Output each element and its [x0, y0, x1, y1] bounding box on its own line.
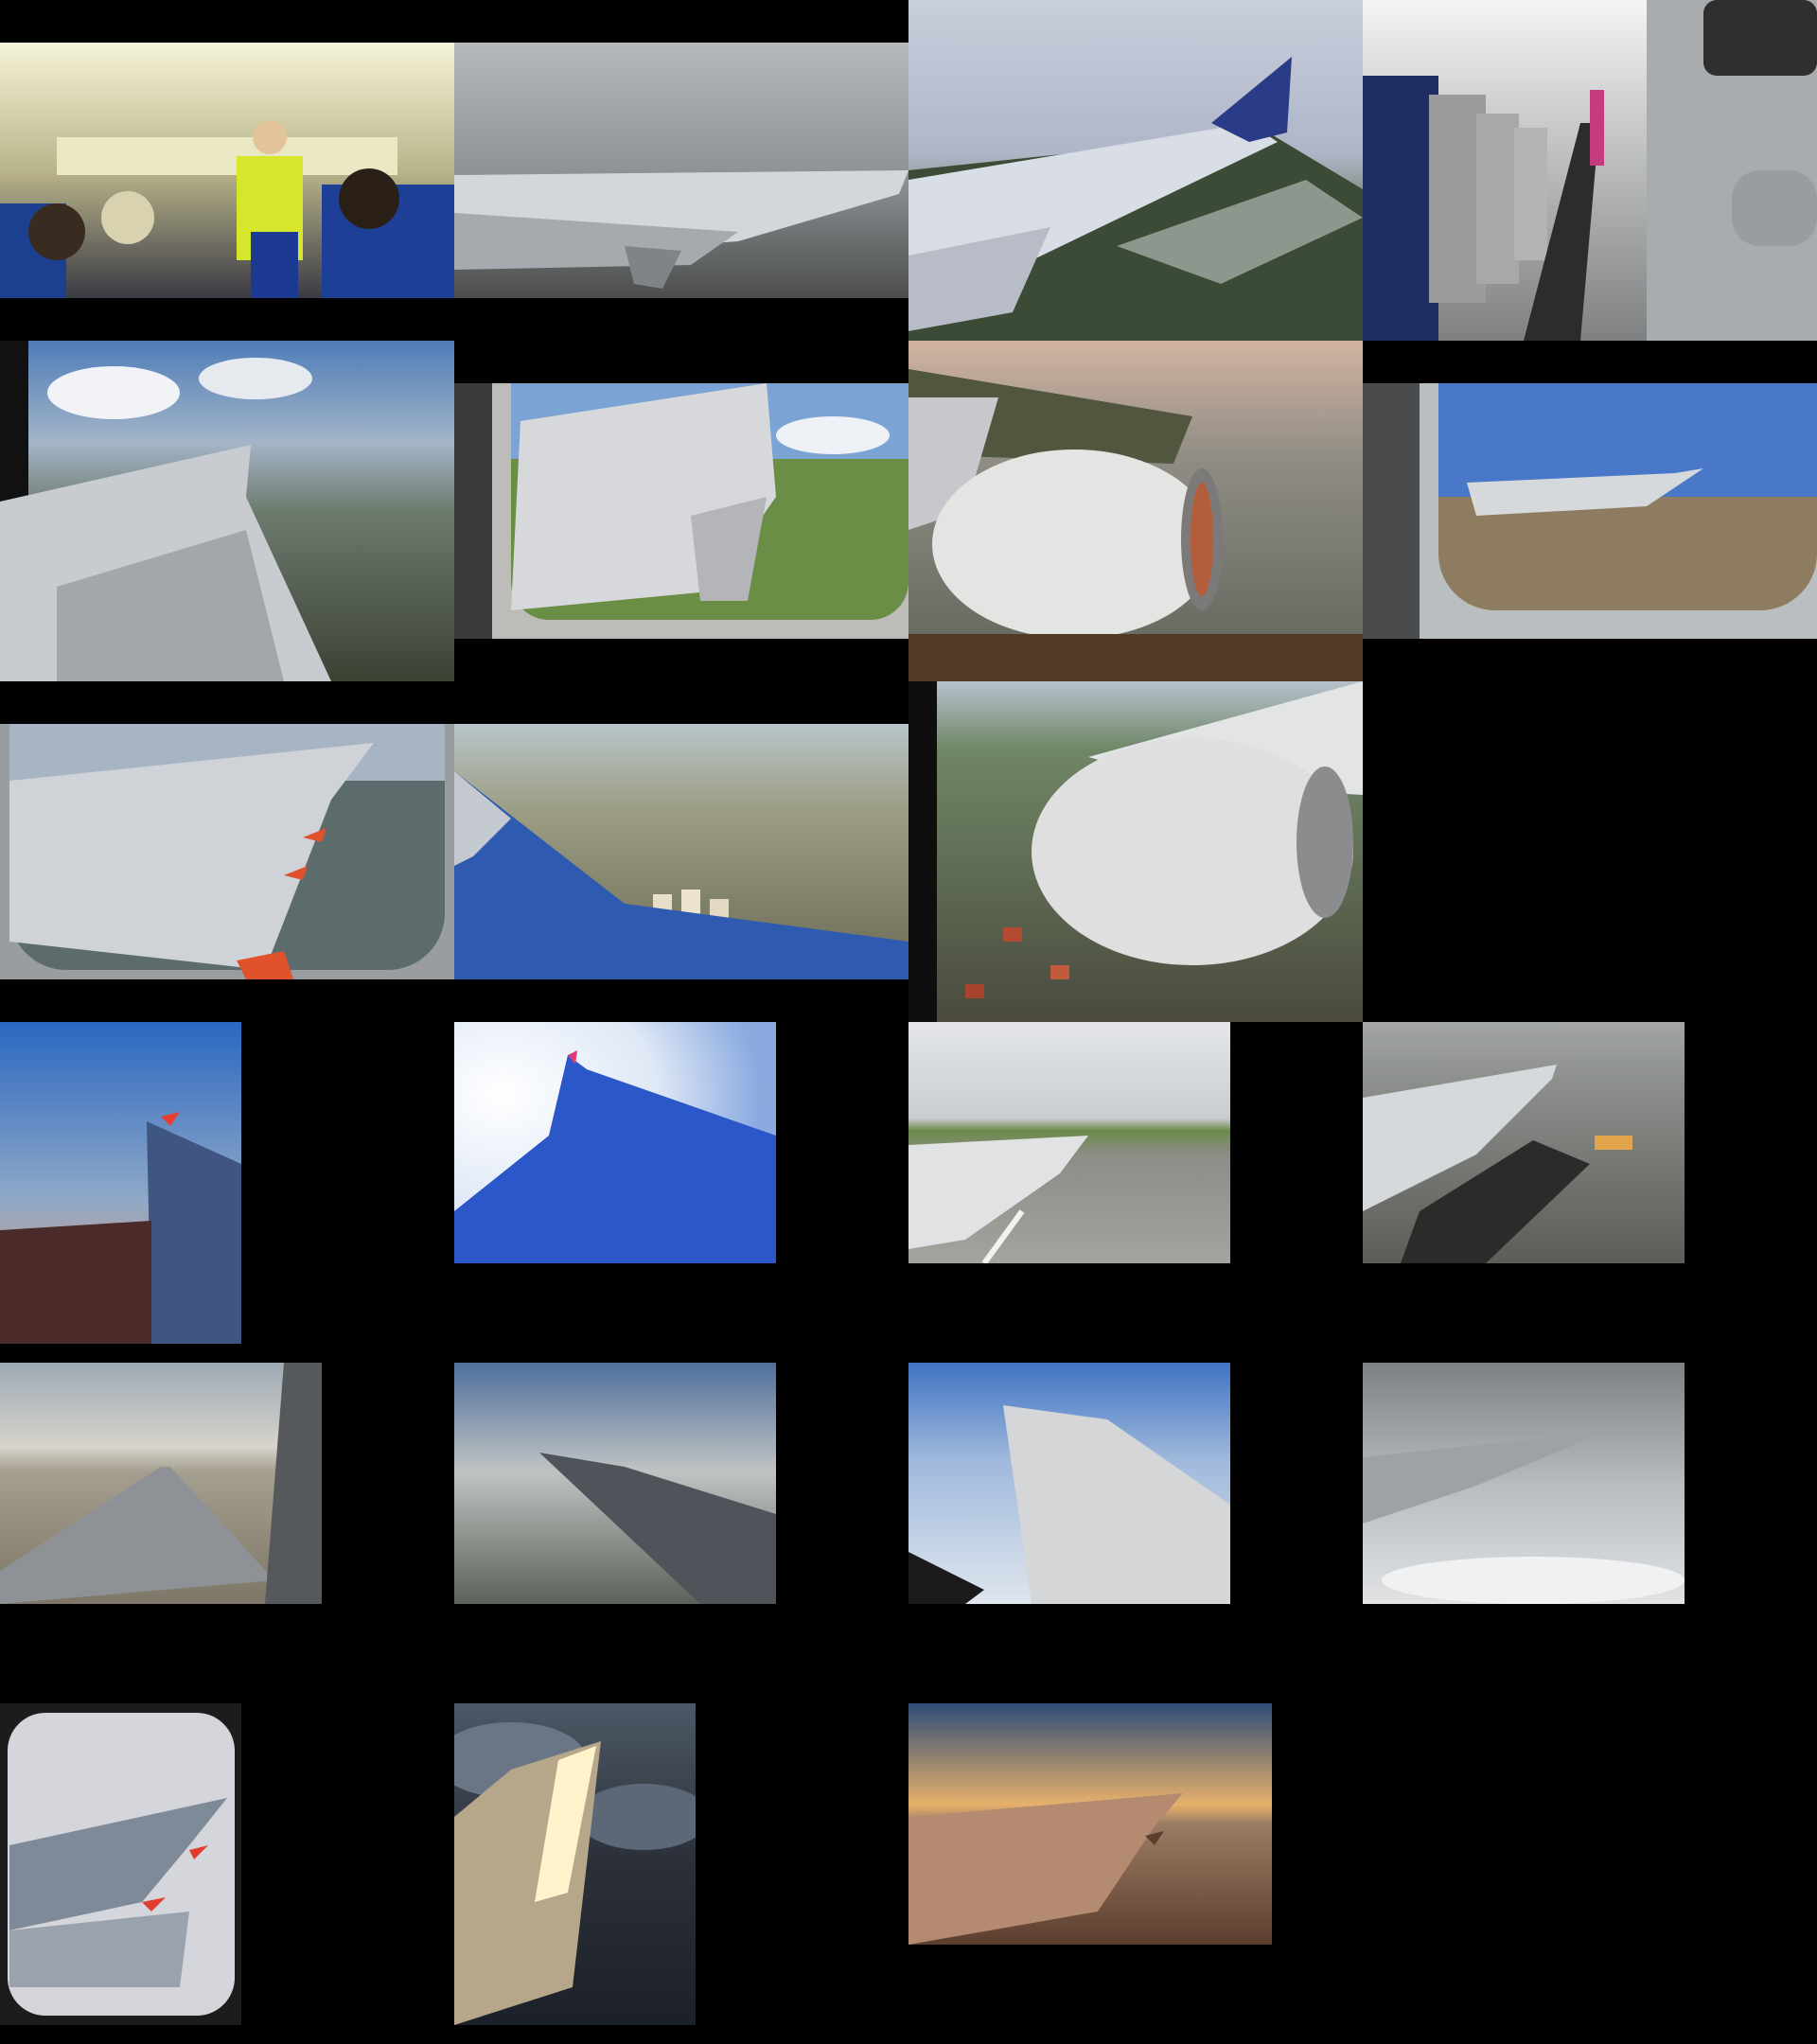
gallery-photo-wing-apartments[interactable] [454, 724, 908, 979]
photo-image [908, 681, 1363, 1022]
gallery-photo-wing-grey-clouds[interactable] [1363, 1363, 1685, 1604]
photo-image [1363, 0, 1817, 341]
gallery-photo-sunlit-wing[interactable] [454, 1703, 696, 2025]
gallery-photo-wing-desert-runway[interactable] [0, 1363, 322, 1604]
gallery-photo-window-red-winglet[interactable] [0, 1703, 241, 2025]
photo-image [0, 1022, 241, 1344]
photo-image [454, 43, 908, 298]
gallery-photo-wing-orange[interactable] [0, 724, 454, 979]
gallery-photo-engine-coast[interactable] [908, 341, 1363, 681]
photo-image [908, 1703, 1272, 1945]
gallery-photo-wing-clouds[interactable] [908, 1363, 1230, 1604]
photo-image [454, 1022, 776, 1263]
photo-image [0, 341, 454, 681]
photo-image [1363, 1022, 1685, 1263]
gallery-photo-engine-town[interactable] [908, 681, 1363, 1022]
gallery-photo-wing-city[interactable] [0, 341, 454, 681]
photo-image [454, 1363, 776, 1604]
photo-image [908, 341, 1363, 681]
photo-image [908, 0, 1363, 341]
gallery-photo-wing-runway[interactable] [908, 1022, 1230, 1263]
photo-image [454, 724, 908, 979]
photo-image [454, 383, 908, 639]
photo-image [908, 1022, 1230, 1263]
gallery-photo-wing-haze[interactable] [454, 43, 908, 298]
gallery-photo-cabin-aisle[interactable] [1363, 0, 1817, 341]
photo-image [1363, 383, 1817, 639]
gallery-photo-cabin-attendant[interactable] [0, 43, 454, 298]
photo-image [0, 1703, 241, 2025]
photo-image [908, 1363, 1230, 1604]
gallery-photo-wing-coast[interactable] [908, 0, 1363, 341]
gallery-photo-wing-taxiway[interactable] [1363, 1022, 1685, 1263]
photo-image [0, 1363, 322, 1604]
gallery-photo-winglet-dusk[interactable] [0, 1022, 241, 1344]
gallery-photo-blue-wing[interactable] [454, 1022, 776, 1263]
gallery-photo-window-desert[interactable] [1363, 383, 1817, 639]
gallery-photo-wing-evening[interactable] [454, 1363, 776, 1604]
photo-image [454, 1703, 696, 2025]
photo-image [0, 724, 454, 979]
photo-image [0, 43, 454, 298]
photo-image [1363, 1363, 1685, 1604]
gallery-photo-wing-sunset[interactable] [908, 1703, 1272, 1945]
gallery-photo-window-hills[interactable] [454, 383, 908, 639]
